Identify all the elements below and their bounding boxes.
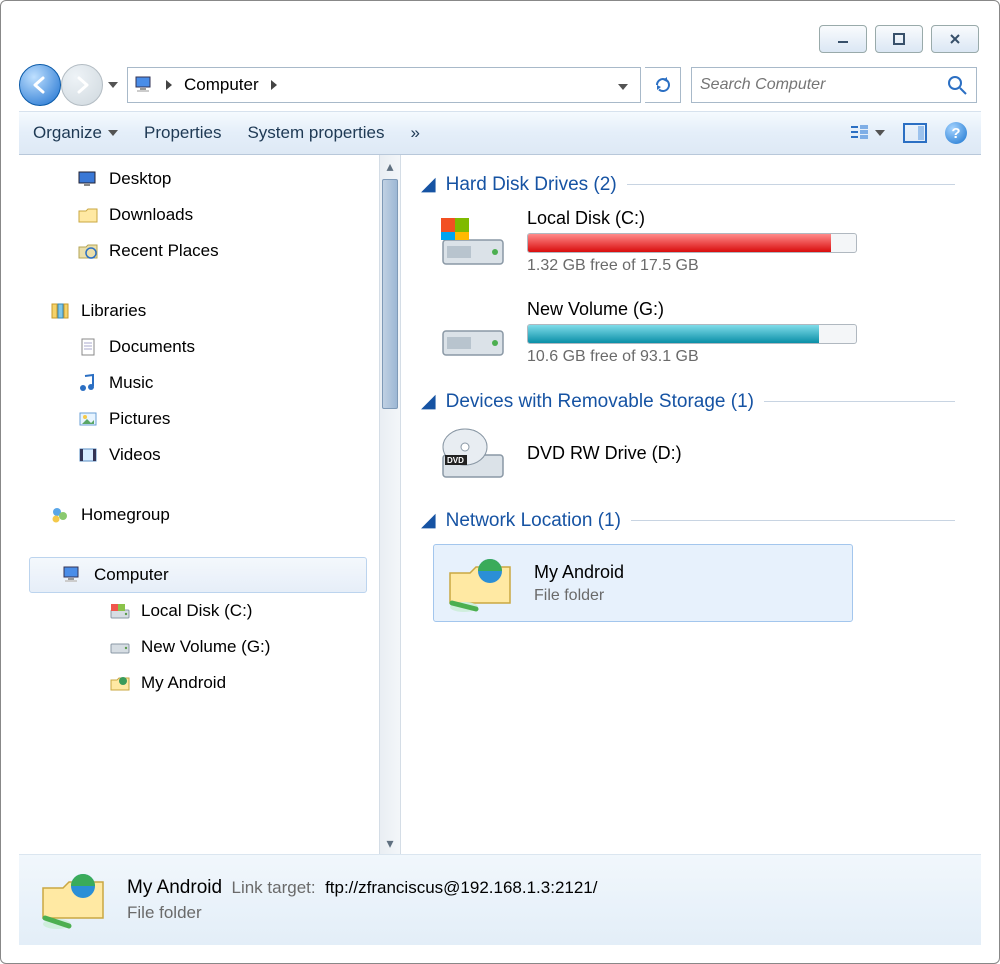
chevron-down-icon [108,82,118,88]
homegroup-icon [49,504,71,526]
capacity-bar [527,324,857,344]
sidebar-item-libraries[interactable]: Libraries [49,293,379,329]
main-pane[interactable]: ◢ Hard Disk Drives (2) Local Disk (C:) 1… [401,155,981,854]
drive-icon [437,303,509,363]
close-button[interactable] [931,25,979,53]
desktop-icon [77,168,99,190]
sidebar-item-music[interactable]: Music [73,365,379,401]
search-icon[interactable] [946,74,968,96]
network-folder-icon [109,672,131,694]
sidebar-scrollbar[interactable]: ▴ ▾ [379,155,401,854]
sidebar-item-recent-places[interactable]: Recent Places [73,233,379,269]
sidebar-item-local-disk[interactable]: Local Disk (C:) [73,593,379,629]
address-dropdown[interactable] [612,77,634,93]
collapse-icon: ◢ [421,390,436,413]
drive-icon [109,636,131,658]
network-location-my-android[interactable]: My Android File folder [433,544,853,622]
properties-button[interactable]: Properties [144,123,221,143]
network-folder-icon [37,868,109,932]
downloads-icon [77,204,99,226]
scroll-thumb[interactable] [382,179,398,409]
address-bar[interactable]: Computer [127,67,641,103]
music-icon [77,372,99,394]
view-options-button[interactable] [849,122,885,144]
sidebar-item-downloads[interactable]: Downloads [73,197,379,233]
details-link-label: Link target: [232,878,316,897]
drive-name: DVD RW Drive (D:) [527,443,955,464]
organize-menu[interactable]: Organize [33,123,118,143]
details-pane: My Android Link target: ftp://zfranciscu… [19,855,981,945]
details-title: My Android [127,877,222,898]
sidebar-item-computer[interactable]: Computer [29,557,367,593]
libraries-icon [49,300,71,322]
nav-back-forward [19,64,123,106]
pictures-icon [77,408,99,430]
scroll-up-icon[interactable]: ▴ [380,155,400,177]
videos-icon [77,444,99,466]
chevron-down-icon [108,130,118,136]
recent-places-icon [77,240,99,262]
minimize-button[interactable] [819,25,867,53]
computer-icon [134,74,156,96]
details-text: My Android Link target: ftp://zfranciscu… [127,875,598,925]
section-removable[interactable]: ◢ Devices with Removable Storage (1) [421,390,955,413]
drive-new-volume-g[interactable]: New Volume (G:) 10.6 GB free of 93.1 GB [437,299,955,366]
content-area: Desktop Downloads Recent Places Librarie… [19,155,981,855]
chevron-down-icon [618,84,628,90]
explorer-window: Computer Organize Properties System prop… [0,0,1000,964]
details-type: File folder [127,901,598,925]
refresh-button[interactable] [645,67,681,103]
maximize-button[interactable] [875,25,923,53]
drive-icon [437,212,509,272]
drive-name: New Volume (G:) [527,299,955,320]
breadcrumb-separator-icon[interactable] [269,77,279,93]
forward-button[interactable] [61,64,103,106]
system-properties-button[interactable]: System properties [247,123,384,143]
scroll-down-icon[interactable]: ▾ [380,832,400,854]
breadcrumb-computer[interactable]: Computer [182,73,261,97]
search-input[interactable] [700,76,946,94]
toolbar: Organize Properties System properties » … [19,111,981,155]
toolbar-overflow[interactable]: » [410,123,419,143]
sidebar-item-videos[interactable]: Videos [73,437,379,473]
collapse-icon: ◢ [421,173,436,196]
navigation-bar: Computer [19,59,981,111]
section-network[interactable]: ◢ Network Location (1) [421,509,955,532]
sidebar-item-pictures[interactable]: Pictures [73,401,379,437]
drive-name: My Android [534,562,842,583]
navigation-pane[interactable]: Desktop Downloads Recent Places Librarie… [19,155,379,854]
sidebar-item-desktop[interactable]: Desktop [73,161,379,197]
drive-free-text: 1.32 GB free of 17.5 GB [527,257,955,275]
documents-icon [77,336,99,358]
svg-text:DVD: DVD [447,456,464,465]
chevron-down-icon [875,130,885,136]
details-link-target: ftp://zfranciscus@192.168.1.3:2121/ [325,878,597,897]
network-folder-icon [444,553,516,613]
search-box[interactable] [691,67,977,103]
section-hdd[interactable]: ◢ Hard Disk Drives (2) [421,173,955,196]
preview-pane-button[interactable] [903,122,927,144]
drive-dvd-rw-d[interactable]: DVD DVD RW Drive (D:) [437,425,955,485]
sidebar-item-my-android[interactable]: My Android [73,665,379,701]
back-button[interactable] [19,64,61,106]
breadcrumb-separator-icon[interactable] [164,77,174,93]
drive-type: File folder [534,587,842,605]
nav-history-dropdown[interactable] [103,82,123,88]
capacity-bar [527,233,857,253]
sidebar-item-homegroup[interactable]: Homegroup [49,497,379,533]
sidebar-item-documents[interactable]: Documents [73,329,379,365]
drive-icon [109,600,131,622]
drive-free-text: 10.6 GB free of 93.1 GB [527,348,955,366]
dvd-drive-icon: DVD [437,425,509,485]
drive-local-disk-c[interactable]: Local Disk (C:) 1.32 GB free of 17.5 GB [437,208,955,275]
titlebar [19,19,981,59]
sidebar-item-new-volume[interactable]: New Volume (G:) [73,629,379,665]
help-button[interactable]: ? [945,122,967,144]
collapse-icon: ◢ [421,509,436,532]
drive-name: Local Disk (C:) [527,208,955,229]
computer-icon [62,564,84,586]
